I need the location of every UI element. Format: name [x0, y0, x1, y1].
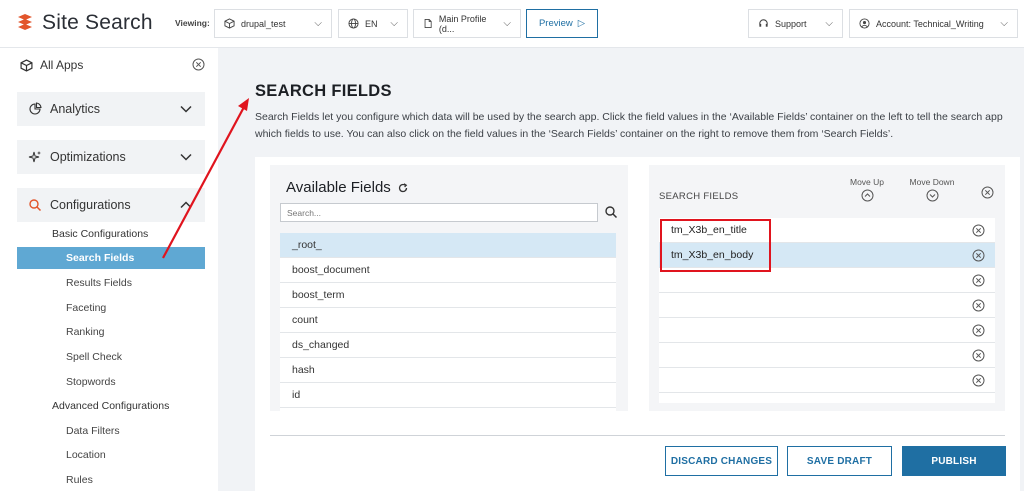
move-down-label: Move Down: [909, 177, 955, 187]
sidebar-group-optimizations[interactable]: Optimizations: [17, 140, 205, 174]
account-label: Account: Technical_Writing: [876, 18, 984, 29]
viewing-label: Viewing:: [175, 18, 210, 28]
available-field-item[interactable]: count: [280, 308, 616, 333]
globe-icon: [348, 18, 359, 29]
profile-selector[interactable]: Main Profile (d... ⌵: [413, 9, 521, 38]
preview-button[interactable]: Preview ▷: [526, 9, 598, 38]
remove-icon[interactable]: [972, 274, 985, 287]
remove-icon[interactable]: [972, 224, 985, 237]
support-menu[interactable]: Support ⌵: [748, 9, 843, 38]
sparkle-icon: [28, 151, 41, 163]
move-up-label: Move Up: [849, 177, 884, 187]
chevron-down-icon: ⌵: [825, 18, 833, 29]
preview-label: Preview: [538, 18, 573, 29]
available-fields-header: Available Fields: [286, 179, 408, 196]
chevron-up-icon: [180, 201, 192, 209]
sidebar-item-rules[interactable]: Rules: [66, 474, 93, 486]
app-title: Site Search: [42, 11, 153, 34]
chevron-down-icon: ⌵: [390, 18, 398, 29]
available-field-item[interactable]: _root_: [280, 233, 616, 258]
sidebar-item-search-fields[interactable]: Search Fields: [17, 247, 205, 269]
remove-icon[interactable]: [972, 249, 985, 262]
sidebar-item-stopwords[interactable]: Stopwords: [66, 376, 116, 388]
sidebar: All Apps Analytics Optimizations Configu…: [0, 48, 218, 491]
play-icon: ▷: [577, 18, 586, 29]
move-up-button[interactable]: Move Up: [847, 177, 887, 202]
save-draft-button[interactable]: SAVE DRAFT: [787, 446, 892, 476]
all-apps-link[interactable]: All Apps: [20, 58, 83, 72]
site-search-logo-icon: [18, 14, 32, 30]
user-circle-icon: [859, 18, 870, 29]
available-fields-list: _root_ boost_document boost_term count d…: [280, 233, 616, 411]
sidebar-item-ranking[interactable]: Ranking: [66, 326, 105, 338]
available-fields-search-input[interactable]: [280, 203, 598, 222]
available-field-item[interactable]: hash: [280, 358, 616, 383]
app-logo[interactable]: Site Search: [16, 11, 153, 35]
cube-icon: [20, 58, 33, 72]
main-content: SEARCH FIELDS Search Fields let you conf…: [218, 48, 1024, 491]
sidebar-group-configurations[interactable]: Configurations: [17, 188, 205, 222]
available-field-item[interactable]: boost_document: [280, 258, 616, 283]
top-bar: Site Search Viewing: drupal_test ⌵ EN ⌵ …: [0, 0, 1024, 48]
search-field-item[interactable]: [659, 293, 995, 318]
available-field-item[interactable]: id: [280, 383, 616, 408]
language-selector[interactable]: EN ⌵: [338, 9, 408, 38]
remove-icon[interactable]: [972, 324, 985, 337]
sidebar-group-label: Configurations: [50, 198, 131, 212]
page-description: Search Fields let you configure which da…: [255, 111, 1003, 140]
profile-value: Main Profile (d...: [438, 13, 487, 34]
fields-panel: Available Fields _root_ boost_document b…: [255, 157, 1020, 491]
search-field-item[interactable]: [659, 343, 995, 368]
available-field-item[interactable]: ds_changed: [280, 333, 616, 358]
sidebar-item-faceting[interactable]: Faceting: [66, 302, 106, 314]
sidebar-item-results-fields[interactable]: Results Fields: [66, 277, 132, 289]
search-fields-container: SEARCH FIELDS Move Up Move Down tm_X3b_e…: [649, 165, 1005, 411]
search-icon[interactable]: [604, 205, 618, 219]
headset-icon: [759, 19, 768, 27]
remove-icon[interactable]: [972, 374, 985, 387]
document-icon: [424, 18, 432, 29]
sidebar-group-analytics[interactable]: Analytics: [17, 92, 205, 126]
chevron-down-icon: ⌵: [503, 18, 511, 29]
advanced-configurations-heading: Advanced Configurations: [52, 400, 170, 412]
chevron-up-circle-icon: [861, 189, 873, 202]
analytics-icon: [29, 102, 42, 115]
chevron-down-icon: ⌵: [314, 18, 322, 29]
support-label: Support: [775, 18, 807, 29]
chevron-down-icon: [180, 153, 192, 161]
close-circle-icon[interactable]: [192, 58, 205, 71]
available-field-item[interactable]: boost_term: [280, 283, 616, 308]
publish-button[interactable]: PUBLISH: [902, 446, 1006, 476]
all-apps-label: All Apps: [40, 58, 84, 72]
app-selector[interactable]: drupal_test ⌵: [214, 9, 332, 38]
page-title: SEARCH FIELDS: [255, 82, 392, 100]
sidebar-group-label: Analytics: [50, 102, 101, 116]
account-menu[interactable]: Account: Technical_Writing ⌵: [849, 9, 1018, 38]
sidebar-group-label: Optimizations: [50, 150, 126, 164]
chevron-down-circle-icon: [926, 189, 938, 202]
sidebar-item-spell-check[interactable]: Spell Check: [66, 351, 122, 363]
language-value: EN: [365, 18, 378, 29]
available-fields-title: Available Fields: [286, 179, 391, 196]
move-down-button[interactable]: Move Down: [907, 177, 957, 202]
chevron-down-icon: ⌵: [1000, 18, 1008, 29]
remove-icon[interactable]: [972, 349, 985, 362]
sidebar-item-location[interactable]: Location: [66, 449, 106, 461]
search-icon: [29, 199, 42, 212]
divider: [270, 435, 1005, 436]
chevron-down-icon: [180, 105, 192, 113]
search-field-item[interactable]: [659, 368, 995, 393]
app-selector-value: drupal_test: [241, 18, 286, 29]
basic-configurations-heading: Basic Configurations: [52, 228, 149, 240]
remove-icon[interactable]: [972, 299, 985, 312]
clear-all-icon[interactable]: [981, 186, 994, 199]
available-fields-container: Available Fields _root_ boost_document b…: [270, 165, 628, 411]
sidebar-item-data-filters[interactable]: Data Filters: [66, 425, 120, 437]
discard-changes-button[interactable]: DISCARD CHANGES: [665, 446, 778, 476]
search-fields-title: SEARCH FIELDS: [659, 191, 739, 202]
cube-icon: [224, 18, 235, 29]
search-field-item[interactable]: [659, 318, 995, 343]
annotation-highlight-box: [660, 219, 771, 272]
refresh-icon[interactable]: [398, 182, 408, 193]
